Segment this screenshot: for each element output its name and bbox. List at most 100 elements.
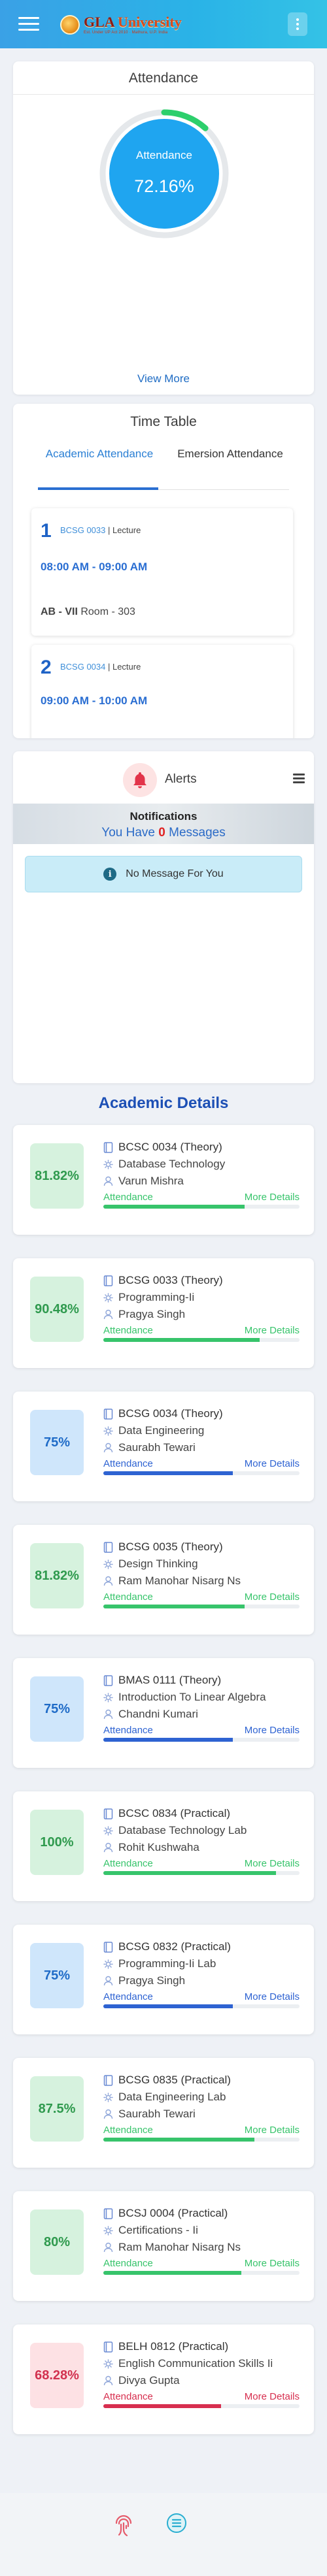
book-icon [103,2208,113,2219]
user-icon [103,1443,113,1453]
university-logo[interactable]: GLA University Est. Under UP Act 2010 · … [60,13,182,37]
attendance-progress-bar [103,1871,300,1875]
lecture-number: 2 [41,657,52,678]
course-card[interactable]: 75% BCSG 0832 (Practical) Programming-Ii L… [13,1925,314,2034]
attendance-label: Attendance [103,1325,153,1336]
more-details-link[interactable]: More Details [245,1591,300,1603]
attendance-progress-fill [103,1338,260,1342]
more-details-link[interactable]: More Details [245,1858,300,1869]
attendance-label: Attendance [103,1858,153,1869]
course-name: English Communication Skills Ii [103,2357,273,2370]
gear-icon [103,2358,113,2369]
course-card[interactable]: 75% BMAS 0111 (Theory) Introduction To Lin… [13,1658,314,1768]
attendance-progress-bar [103,2404,300,2408]
course-attendance-percent: 87.5% [30,2076,84,2142]
lecture-card[interactable]: 2 BCSG 0034 | Lecture 09:00 AM - 10:00 A… [31,645,293,738]
more-details-link[interactable]: More Details [245,2125,300,2136]
more-details-link[interactable]: More Details [245,1458,300,1469]
course-card[interactable]: 100% BCSC 0834 (Practical) Database Techno… [13,1791,314,1901]
top-app-bar: GLA University Est. Under UP Act 2010 · … [0,0,327,48]
tab-emersion-attendance[interactable]: Emersion Attendance [170,447,290,461]
course-attendance-percent: 75% [30,1943,84,2008]
user-icon [103,2109,113,2119]
course-name: Certifications - Ii [103,2224,198,2237]
list-menu-icon[interactable] [293,774,305,784]
course-card[interactable]: 81.82% BCSG 0035 (Theory) Design Thinking R… [13,1525,314,1635]
user-icon [103,2242,113,2253]
course-name: Data Engineering Lab [103,2091,226,2104]
book-icon [103,1141,113,1153]
attendance-label: Attendance [103,1458,153,1469]
user-icon [103,1176,113,1186]
more-details-link[interactable]: More Details [245,2391,300,2402]
attendance-progress-fill [103,2404,222,2408]
logo-seal [60,15,80,35]
bottom-nav [0,2493,327,2576]
lecture-time: 09:00 AM - 10:00 AM [41,694,148,707]
no-message-text: No Message For You [126,868,224,879]
attendance-label: Attendance [103,1725,153,1736]
book-icon [103,2074,113,2086]
attendance-percent: 72.16% [134,176,194,196]
fingerprint-icon[interactable] [112,2511,135,2540]
view-more-link[interactable]: View More [13,372,314,385]
timetable-title: Time Table [130,414,197,429]
course-code: BELH 0812 (Practical) [103,2340,228,2353]
attendance-progress-fill [103,2138,254,2142]
attendance-progress-fill [103,1738,233,1742]
course-name: Introduction To Linear Algebra [103,1691,266,1704]
attendance-progress-fill [103,1471,233,1475]
user-icon [103,1309,113,1320]
more-details-link[interactable]: More Details [245,2258,300,2269]
course-card[interactable]: 81.82% BCSC 0034 (Theory) Database Technol… [13,1125,314,1235]
course-attendance-percent: 75% [30,1676,84,1742]
course-teacher: Varun Mishra [103,1175,184,1188]
user-icon [103,1842,113,1853]
attendance-progress-fill [103,2004,233,2008]
course-code: BMAS 0111 (Theory) [103,1674,221,1687]
menu-circle-icon[interactable] [166,2513,187,2534]
more-details-link[interactable]: More Details [245,1192,300,1203]
book-icon [103,1674,113,1686]
user-icon [103,1976,113,1986]
course-card[interactable]: 87.5% BCSG 0835 (Practical) Data Engineeri… [13,2058,314,2168]
kebab-vertical-icon[interactable] [288,12,307,36]
course-card[interactable]: 80% BCSJ 0004 (Practical) Certifications -… [13,2191,314,2301]
course-attendance-percent: 90.48% [30,1277,84,1342]
notifications-banner: Notifications You Have 0 Messages [13,804,314,844]
course-card[interactable]: 68.28% BELH 0812 (Practical) English Commu… [13,2324,314,2434]
course-card[interactable]: 75% BCSG 0034 (Theory) Data Engineering Sau… [13,1392,314,1501]
tab-academic-attendance[interactable]: Academic Attendance [39,447,160,461]
gear-icon [103,1159,113,1169]
hamburger-icon[interactable] [18,17,39,31]
gear-icon [103,1959,113,1969]
more-details-link[interactable]: More Details [245,1725,300,1736]
attendance-label: Attendance [103,1192,153,1203]
gear-icon [103,2225,113,2236]
course-teacher: Rohit Kushwaha [103,1841,199,1854]
more-details-link[interactable]: More Details [245,1325,300,1336]
course-teacher: Chandni Kumari [103,1708,198,1721]
course-name: Database Technology [103,1158,225,1171]
attendance-progress-bar [103,2271,300,2275]
alerts-card: Alerts Notifications You Have 0 Messages… [13,751,314,1083]
book-icon [103,2341,113,2353]
course-card[interactable]: 90.48% BCSG 0033 (Theory) Programming-Ii Pr… [13,1258,314,1368]
lecture-card[interactable]: 1 BCSG 0033 | Lecture 08:00 AM - 09:00 A… [31,508,293,636]
gear-icon [103,1292,113,1303]
course-teacher: Ram Manohar Nisarg Ns [103,2241,241,2254]
timetable-card: Time Table Academic Attendance Emersion … [13,404,314,738]
lecture-time: 08:00 AM - 09:00 AM [41,561,148,573]
course-teacher: Saurabh Tewari [103,2108,196,2121]
course-code: BCSG 0832 (Practical) [103,1940,231,1953]
gear-icon [103,1825,113,1836]
attendance-progress-fill [103,1871,276,1875]
course-code: BCSG 0035 (Theory) [103,1541,223,1554]
lecture-room: AB - VII Room - 303 [41,606,135,617]
more-details-link[interactable]: More Details [245,1991,300,2002]
attendance-progress-bar [103,1205,300,1209]
no-message-alert: i No Message For You [25,856,302,892]
course-attendance-percent: 68.28% [30,2343,84,2408]
attendance-ring-label: Attendance 72.16% [99,108,230,239]
user-icon [103,1709,113,1720]
